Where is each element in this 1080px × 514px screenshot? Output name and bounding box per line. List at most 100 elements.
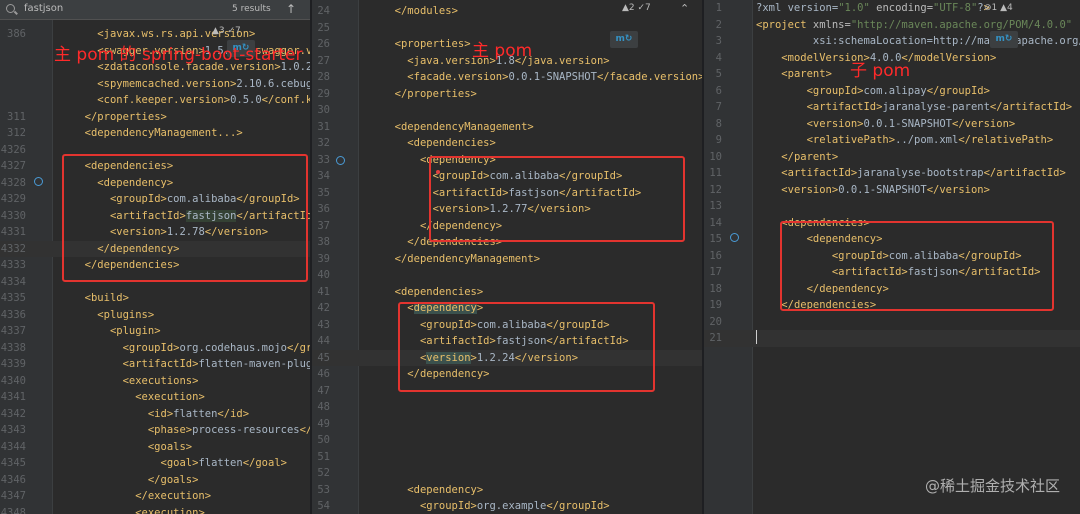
code-text[interactable]: <version>1.2.78</version> [72,224,268,241]
code-line[interactable]: 4342 <id>flatten</id> [0,406,310,423]
code-text[interactable]: <facade.version>0.0.1-SNAPSHOT</facade.v… [382,69,702,86]
code-text[interactable]: ?xml version="1.0" encoding="UTF-8"?> [756,0,990,17]
code-text[interactable]: <groupId>com.alibaba</groupId> [72,191,300,208]
code-text[interactable]: <phase>process-resources</phase> [72,422,310,439]
code-line[interactable]: 6 <groupId>com.alipay</groupId> [704,83,1080,100]
code-text[interactable]: <groupId>com.alibaba</groupId> [382,317,610,334]
code-line[interactable]: 4327 <dependencies> [0,158,310,175]
maven-reload-icon[interactable]: m↻ [610,31,638,48]
code-text[interactable]: <dependencies> [382,284,484,301]
code-text[interactable]: <groupId>com.alibaba</groupId> [382,168,623,185]
code-text[interactable]: <dependencies> [72,158,174,175]
code-text[interactable]: <goals> [72,439,192,456]
code-line[interactable]: <spymemcached.version>2.10.6.cebugfix [0,76,310,93]
code-line[interactable]: 35 <artifactId>fastjson</artifactId> [312,185,702,202]
code-text[interactable]: <relativePath>../pom.xml</relativePath> [756,132,1054,149]
code-line[interactable]: 28 <facade.version>0.0.1-SNAPSHOT</facad… [312,69,702,86]
code-text[interactable]: <dependencies> [382,135,496,152]
code-text[interactable]: <version>1.2.24</version> [382,350,578,367]
code-line[interactable]: 4326 [0,142,310,159]
code-text[interactable]: <dependencyManagement> [382,119,534,136]
code-text[interactable]: <plugins> [72,307,154,324]
code-line[interactable]: 4329 <groupId>com.alibaba</groupId> [0,191,310,208]
code-line[interactable]: 3 xsi:schemaLocation=http://maven.apache… [704,33,1080,50]
code-line[interactable]: 4345 <goal>flatten</goal> [0,455,310,472]
code-text[interactable]: <parent> [756,66,832,83]
code-line[interactable]: 17 <artifactId>fastjson</artifactId> [704,264,1080,281]
chevron-up-icon[interactable]: ⌃ [680,2,689,15]
code-line[interactable]: 4339 <artifactId>flatten-maven-plugin [0,356,310,373]
code-line[interactable]: 49 [312,416,702,433]
code-line[interactable]: 32 <dependencies> [312,135,702,152]
code-line[interactable]: 50 [312,432,702,449]
code-line[interactable]: 11 <artifactId>jaranalyse-bootstrap</art… [704,165,1080,182]
code-line[interactable]: 4347 </execution> [0,488,310,505]
code-text[interactable]: <execution> [72,389,205,406]
code-line[interactable]: 1 ?xml version="1.0" encoding="UTF-8"?> [704,0,1080,17]
code-text[interactable]: <groupId>com.alibaba</groupId> [756,248,1022,265]
code-text[interactable]: </dependencies> [756,297,876,314]
code-line[interactable]: 37 </dependency> [312,218,702,235]
code-line[interactable]: 4348 <execution> [0,505,310,514]
code-text[interactable]: </parent> [756,149,838,166]
code-line[interactable]: 4340 <executions> [0,373,310,390]
code-line[interactable]: 8 <version>0.0.1-SNAPSHOT</version> [704,116,1080,133]
editor-pane-main-pom[interactable]: 24 </modules> 25 26 <properties> 27 <java.v… [312,0,702,514]
code-line[interactable]: 2 <project xmlns="http://maven.apache.org… [704,17,1080,34]
code-line[interactable]: 34 <groupId>com.alibaba</groupId> [312,168,702,185]
code-text[interactable]: <dependency> [382,482,483,499]
code-text[interactable]: <version>0.0.1-SNAPSHOT</version> [756,182,990,199]
code-line[interactable]: 48 [312,399,702,416]
code-text[interactable]: <version>0.0.1-SNAPSHOT</version> [756,116,1016,133]
code-line[interactable]: 9 <relativePath>../pom.xml</relativePath… [704,132,1080,149]
code-line[interactable]: 4338 <groupId>org.codehaus.mojo</groupId… [0,340,310,357]
maven-reload-icon[interactable]: m↻ [990,31,1018,48]
code-text[interactable]: <id>flatten</id> [72,406,249,423]
inspection-widget[interactable]: ▲3 ✓7 [212,26,241,36]
code-text[interactable]: <conf.keeper.version>0.5.0</conf.keeper [72,92,310,109]
code-line[interactable]: 20 [704,314,1080,331]
code-line[interactable]: 10 </parent> [704,149,1080,166]
search-input[interactable]: fastjson [24,3,63,14]
code-text[interactable]: <execution> [72,505,205,514]
editor-pane-parent-spring-boot-starter[interactable]: 386 <javax.ws.rs.api.version> <swagger.v… [0,0,310,514]
code-line[interactable]: 39 </dependencyManagement> [312,251,702,268]
code-text[interactable]: </goals> [72,472,199,489]
code-line[interactable]: 43 <groupId>com.alibaba</groupId> [312,317,702,334]
code-text[interactable]: </properties> [72,109,167,126]
code-line[interactable]: 4343 <phase>process-resources</phase> [0,422,310,439]
overridden-icon[interactable] [34,177,43,186]
code-line[interactable]: 4335 <build> [0,290,310,307]
code-text[interactable]: <project xmlns="http://maven.apache.org/… [756,17,1072,34]
overriding-icon[interactable] [730,233,739,242]
code-line[interactable]: 21 [704,330,1080,347]
code-line[interactable]: 4337 <plugin> [0,323,310,340]
code-line[interactable]: 41 <dependencies> [312,284,702,301]
code-line[interactable]: 4346 </goals> [0,472,310,489]
code-line[interactable]: 4334 [0,274,310,291]
code-text[interactable]: <artifactId>fastjson</artifactId> [382,185,642,202]
code-text[interactable]: <executions> [72,373,199,390]
code-line[interactable]: 4332 </dependency> [0,240,310,257]
code-line[interactable]: 25 [312,20,702,37]
code-text[interactable]: <artifactId>fastjson</artifactId> [756,264,1041,281]
code-line[interactable]: 42 <dependency> [312,300,702,317]
code-text[interactable]: <artifactId>jaranalyse-parent</artifactI… [756,99,1073,116]
code-text[interactable]: <dependencies> [756,215,870,232]
code-line[interactable]: 47 [312,383,702,400]
code-text[interactable]: </dependencyManagement> [382,251,540,268]
code-line[interactable]: 311 </properties> [0,109,310,126]
code-line[interactable]: 52 [312,465,702,482]
code-line[interactable]: 4331 <version>1.2.78</version> [0,224,310,241]
code-line[interactable]: 45 <version>1.2.24</version> [312,349,702,367]
code-text[interactable]: <groupId>org.example</groupId> [382,498,610,514]
code-line[interactable]: 36 <version>1.2.77</version> [312,201,702,218]
editor-pane-child-pom[interactable]: 1 ?xml version="1.0" encoding="UTF-8"?> 2 <… [704,0,1080,514]
code-line[interactable]: 44 <artifactId>fastjson</artifactId> [312,333,702,350]
code-line[interactable]: 18 </dependency> [704,281,1080,298]
code-text[interactable]: <artifactId>jaranalyse-bootstrap</artifa… [756,165,1066,182]
code-text[interactable]: </dependency> [382,366,489,383]
code-line[interactable]: 12 <version>0.0.1-SNAPSHOT</version> [704,182,1080,199]
code-text[interactable]: <artifactId>fastjson</artifactId> [382,333,629,350]
code-line[interactable]: 30 [312,102,702,119]
